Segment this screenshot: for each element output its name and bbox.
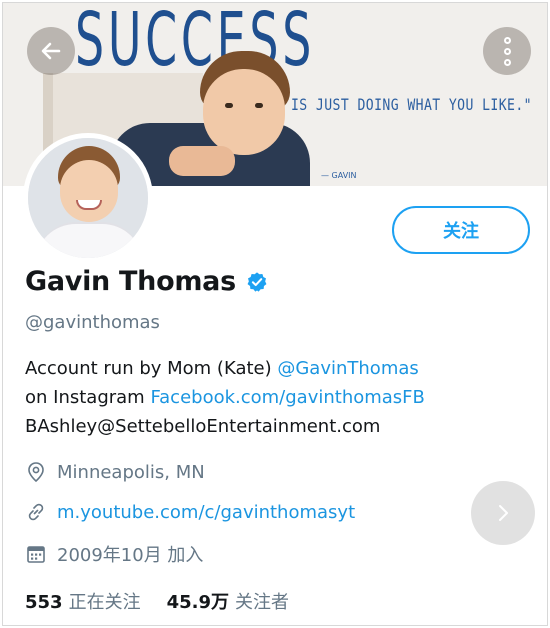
verified-badge-icon <box>247 271 267 292</box>
followers-stat[interactable]: 45.9万 关注者 <box>167 588 289 614</box>
next-button[interactable] <box>471 481 535 545</box>
profile-name-row: Gavin Thomas <box>25 266 268 297</box>
back-button[interactable] <box>27 27 75 75</box>
banner-kid-eye <box>225 103 233 108</box>
more-vertical-icon <box>503 36 511 66</box>
follow-button[interactable]: 关注 <box>392 206 530 254</box>
join-date-text: 2009年10月 加入 <box>57 545 204 566</box>
bio-email: BAshley@SettebelloEntertainment.com <box>25 416 381 437</box>
profile-handle: @gavinthomas <box>25 312 160 333</box>
banner-kid-face <box>203 69 285 155</box>
profile-screen: SUCCESS IS JUST DOING WHAT YOU LIKE." — … <box>2 2 548 626</box>
bio-line-1: Account run by Mom (Kate) @GavinThomas <box>25 354 545 383</box>
following-label: 正在关注 <box>68 592 141 613</box>
banner-signature: — GAVIN <box>321 171 357 180</box>
bio-line-3: BAshley@SettebelloEntertainment.com <box>25 412 545 441</box>
avatar[interactable] <box>23 133 153 263</box>
profile-stats: 553 正在关注 45.9万 关注者 <box>25 588 289 614</box>
bio-text: on Instagram <box>25 387 151 408</box>
more-options-button[interactable] <box>483 27 531 75</box>
following-stat[interactable]: 553 正在关注 <box>25 588 141 614</box>
banner-quote: IS JUST DOING WHAT YOU LIKE." <box>291 95 532 114</box>
profile-website: m.youtube.com/c/gavinthomasyt <box>25 501 355 523</box>
bio-mention-link[interactable]: @GavinThomas <box>277 358 418 379</box>
bio-facebook-link[interactable]: Facebook.com/gavinthomasFB <box>150 387 424 408</box>
bio-text: Account run by Mom (Kate) <box>25 358 278 379</box>
website-link[interactable]: m.youtube.com/c/gavinthomasyt <box>57 502 355 523</box>
followers-count: 45.9万 <box>166 592 229 613</box>
location-pin-icon <box>25 461 47 483</box>
following-count: 553 <box>25 592 63 613</box>
banner-kid-hands <box>169 146 235 176</box>
bio-line-2: on Instagram Facebook.com/gavinthomasFB <box>25 383 545 412</box>
calendar-icon <box>25 543 47 565</box>
followers-label: 关注者 <box>235 592 289 613</box>
avatar-face <box>60 160 118 222</box>
link-icon <box>25 501 47 523</box>
chevron-right-icon <box>499 505 508 521</box>
profile-name: Gavin Thomas <box>25 266 236 297</box>
arrow-left-icon <box>41 42 61 60</box>
profile-location: Minneapolis, MN <box>25 461 205 483</box>
profile-bio: Account run by Mom (Kate) @GavinThomas o… <box>25 354 545 441</box>
profile-join-date: 2009年10月 加入 <box>25 541 203 567</box>
location-text: Minneapolis, MN <box>57 461 205 483</box>
banner-kid-eye <box>255 103 263 108</box>
